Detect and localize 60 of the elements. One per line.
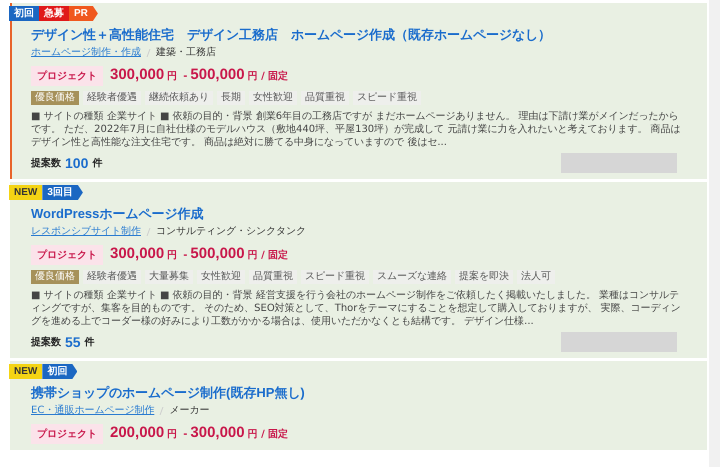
range-dash: -: [183, 250, 188, 261]
feature-tag: スピード重視: [301, 270, 369, 284]
proposals-label: 提案数: [31, 335, 61, 349]
category-link[interactable]: レスポンシブサイト制作: [31, 226, 141, 238]
price-min: 300,000: [110, 245, 164, 262]
price-unit-text: 円 / 固定: [248, 69, 288, 83]
job-title-link[interactable]: デザイン性＋高性能住宅 デザイン工務店 ホームページ作成（既存ホームページなし）: [31, 26, 687, 44]
price-max: 300,000: [190, 424, 245, 441]
new-badge: NEW: [9, 185, 42, 200]
first-time-badge: 初回: [9, 6, 39, 21]
proposals-count: 55: [65, 334, 81, 350]
currency-text: 円: [167, 70, 178, 83]
range-dash: -: [183, 71, 188, 82]
project-type-label: プロジェクト: [31, 424, 103, 444]
feature-tag: スムーズな連絡: [373, 270, 451, 284]
urgent-badge: 急募: [39, 6, 69, 21]
price-min: 300,000: [110, 66, 164, 83]
feature-tag: 法人可: [517, 270, 555, 284]
category-link[interactable]: EC・通販ホームページ制作: [31, 405, 154, 417]
industry-text: コンサルティング・シンクタンク: [156, 226, 306, 238]
range-dash: -: [183, 429, 188, 440]
job-title-link[interactable]: WordPressホームページ作成: [31, 205, 687, 223]
proposals-label: 提案数: [31, 156, 61, 170]
job-description: ■ サイトの種類 企業サイト ■ 依頼の目的・背景 創業6年目の工務店ですが まだホームページありません。 理由は下請け業がメインだったからです。 ただ、2022年7月に自社仕様のモデルハウス（敷地440坪、平屋130坪）が完成して 元請け業に力を入れたいと考えております。 商品はデザイン性と高性能な注文住宅です。 商品は絶対に勝てる中身になっていますので 後はセ...: [31, 110, 682, 149]
proposals-unit: 件: [84, 336, 95, 349]
feature-tag: 継続依頼あり: [145, 91, 213, 105]
category-link[interactable]: ホームページ制作・作成: [31, 47, 141, 59]
premium-tag: 優良価格: [31, 91, 79, 105]
price-max: 500,000: [190, 66, 245, 83]
proposals-unit: 件: [92, 156, 102, 170]
feature-tag: 女性歓迎: [197, 270, 245, 284]
feature-tag: 長期: [217, 91, 245, 105]
job-title-link[interactable]: 携帯ショップのホームページ制作(既存HP無し): [31, 384, 687, 402]
blank-button[interactable]: [561, 332, 677, 352]
feature-tag: 大量募集: [145, 270, 193, 284]
first-time-badge: 初回: [42, 364, 78, 379]
feature-tag: スピード重視: [353, 91, 421, 105]
price-unit-text: 円 / 固定: [248, 427, 288, 441]
new-badge: NEW: [9, 364, 42, 379]
feature-tag: 品質重視: [301, 91, 349, 105]
currency-text: 円: [167, 249, 178, 262]
feature-tag: 経験者優遇: [83, 91, 141, 105]
pr-badge: PR: [69, 6, 98, 21]
project-type-label: プロジェクト: [31, 66, 103, 86]
industry-text: メーカー: [169, 405, 210, 417]
feature-tag: 女性歓迎: [249, 91, 297, 105]
proposals-count: 100: [65, 155, 88, 171]
price-unit-text: 円 / 固定: [248, 248, 288, 262]
currency-text: 円: [167, 428, 178, 441]
job-description: ■ サイトの種類 企業サイト ■ 依頼の目的・背景 経営支援を行う会社のホームページ制作をご依頼したく掲載いたしました。 業種はコンサルティングですが、集客を目的ものです。 そのため、SEO対策として、Thorをテーマにすることを想定して購入しておりますが、 実際、コーディングを進める上でコーダー様の好みにより工数がかかる場合は、使用いただかなくとも結構です。 デザイン仕様...: [31, 289, 682, 328]
feature-tag: 提案を即決: [455, 270, 513, 284]
repeat-count-badge: 3回目: [42, 185, 83, 200]
industry-text: 建築・工務店: [156, 47, 216, 59]
price-max: 500,000: [190, 245, 245, 262]
blank-button[interactable]: [561, 153, 677, 173]
feature-tag: 品質重視: [249, 270, 297, 284]
premium-tag: 優良価格: [31, 270, 79, 284]
feature-tag: 経験者優遇: [83, 270, 141, 284]
price-min: 200,000: [110, 424, 164, 441]
project-type-label: プロジェクト: [31, 245, 103, 265]
